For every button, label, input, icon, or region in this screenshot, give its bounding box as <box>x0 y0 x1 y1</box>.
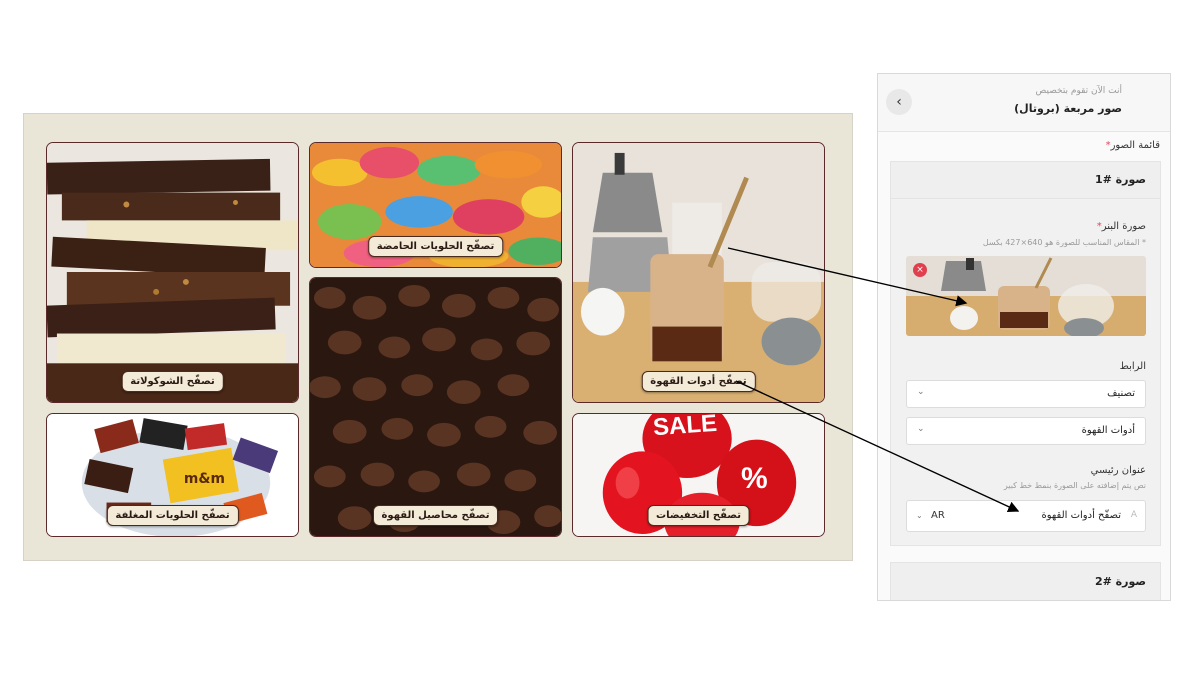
customization-panel: ‹ أنت الآن تقوم بتخصيص صور مربعة (بروتال… <box>877 73 1171 601</box>
image-card-1-header[interactable]: صورة #1 <box>891 162 1160 199</box>
panel-title: صور مربعة (بروتال) <box>1014 102 1122 115</box>
chevron-down-icon: ⌄ <box>917 424 925 434</box>
tile-chocolate[interactable]: تصفّح الشوكولاتة <box>46 142 299 403</box>
image-card-1-title: صورة #1 <box>1094 173 1146 186</box>
heading-label: عنوان رئيسي <box>1090 465 1146 476</box>
tile-label: تصفّح الشوكولاتة <box>121 371 224 392</box>
image-card-2[interactable]: صورة #2 <box>890 562 1161 600</box>
heading-value: تصفّح أدوات القهوة <box>1041 510 1121 521</box>
coffee-beans-image <box>310 278 561 536</box>
link-label: الرابط <box>1119 361 1146 372</box>
sale-text: SALE <box>652 413 718 442</box>
image-card-2-title: صورة #2 <box>1094 575 1146 588</box>
panel-header: ‹ أنت الآن تقوم بتخصيص صور مربعة (بروتال… <box>878 74 1170 132</box>
banner-thumbnail-image <box>906 256 1146 336</box>
tile-label: تصفّح محاصيل القهوة <box>372 505 499 526</box>
banner-size-hint: * المقاس المناسب للصورة هو 640×427 بكسل <box>982 238 1146 247</box>
link-type-value: تصنيف <box>1107 388 1135 399</box>
tile-label: تصفّح التخفيضات <box>647 505 750 526</box>
tile-coffee-beans[interactable]: تصفّح محاصيل القهوة <box>309 277 562 537</box>
coffee-tools-image <box>573 143 824 402</box>
panel-subtitle: أنت الآن تقوم بتخصيص <box>1035 86 1122 96</box>
tile-label: تصفّح الحلويات الحامضة <box>367 236 504 257</box>
tile-sale[interactable]: SALE % تصفّح التخفيضات <box>572 413 825 537</box>
language-selector[interactable]: AR <box>931 510 945 521</box>
text-format-icon: A <box>1130 510 1137 520</box>
link-type-select[interactable]: تصنيف ⌄ <box>906 380 1146 408</box>
tile-label: تصفّح أدوات القهوة <box>641 371 756 392</box>
remove-image-icon[interactable]: × <box>913 263 927 277</box>
svg-text:m&m: m&m <box>184 471 225 487</box>
banner-image-label: صورة البنر* <box>1096 221 1146 232</box>
chevron-down-icon: ⌄ <box>917 387 925 397</box>
tile-coffee-tools[interactable]: تصفّح أدوات القهوة <box>572 142 825 403</box>
tile-sour-candy[interactable]: تصفّح الحلويات الحامضة <box>309 142 562 268</box>
link-target-select[interactable]: أدوات القهوة ⌄ <box>906 417 1146 445</box>
chevron-left-icon[interactable]: ‹ <box>886 89 912 115</box>
tile-label: تصفّح الحلويات المغلفة <box>106 505 239 526</box>
chocolate-image <box>47 143 298 402</box>
percent-text: % <box>741 462 768 495</box>
heading-input[interactable]: A تصفّح أدوات القهوة AR ⌄ <box>906 500 1146 532</box>
chevron-down-icon: ⌄ <box>916 511 923 520</box>
tile-wrapped-candy[interactable]: m&m تصفّح الحلويات المغلفة <box>46 413 299 537</box>
heading-hint: نص يتم إضافته على الصورة بنمط خط كبير <box>1003 481 1146 490</box>
banner-grid-preview: تصفّح الشوكولاتة تصفّح الحلويات الحامضة <box>23 113 853 561</box>
link-target-value: أدوات القهوة <box>1081 425 1135 436</box>
image-card-1: صورة #1 صورة البنر* * المقاس المناسب للص… <box>890 161 1161 546</box>
images-list-label: قائمة الصور* <box>1105 140 1160 151</box>
banner-thumbnail[interactable] <box>906 256 1146 336</box>
